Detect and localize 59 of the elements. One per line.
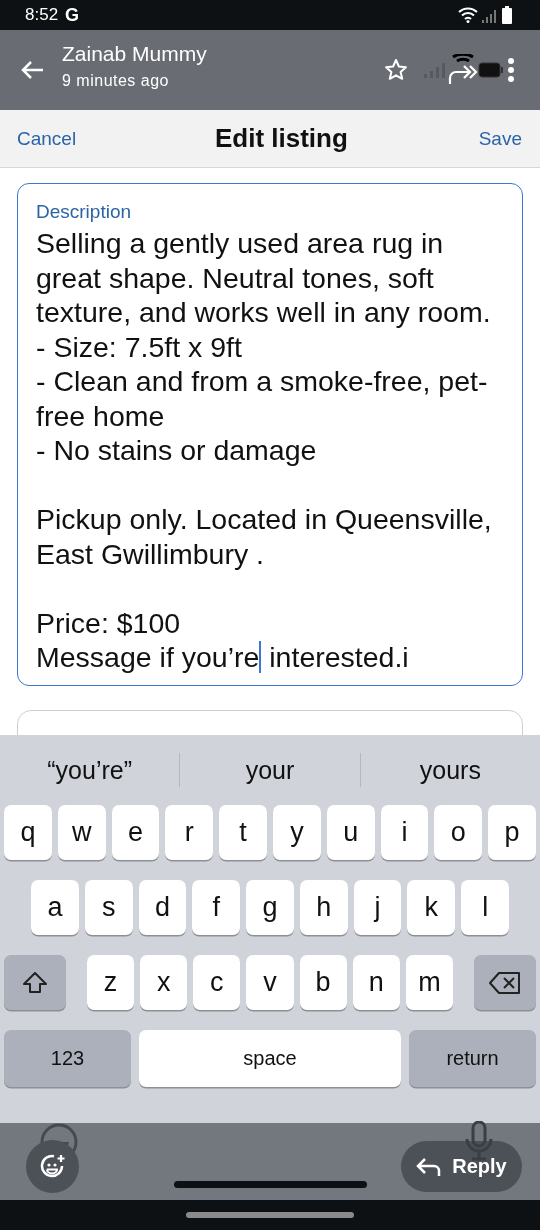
key[interactable]: d bbox=[138, 880, 187, 935]
key[interactable]: x bbox=[140, 955, 188, 1010]
numbers-key[interactable]: 123 bbox=[4, 1030, 131, 1087]
key[interactable]: e bbox=[111, 805, 160, 860]
key[interactable]: h bbox=[299, 880, 348, 935]
space-key[interactable]: space bbox=[139, 1030, 401, 1087]
sender-name: Zainab Mummy bbox=[62, 42, 208, 66]
reply-arrow-icon bbox=[416, 1156, 443, 1177]
battery-icon bbox=[502, 6, 512, 24]
key[interactable]: t bbox=[219, 805, 267, 860]
suggestion-item[interactable]: “you’re” bbox=[0, 754, 180, 786]
star-icon[interactable] bbox=[384, 58, 408, 82]
key[interactable]: m bbox=[405, 955, 453, 1010]
description-field[interactable] bbox=[17, 183, 523, 686]
back-arrow-icon[interactable] bbox=[20, 60, 44, 80]
navigation-handle[interactable] bbox=[186, 1212, 354, 1218]
key[interactable]: f bbox=[192, 880, 241, 935]
forward-icon[interactable] bbox=[448, 54, 478, 86]
shift-icon bbox=[22, 970, 48, 995]
delete-key[interactable] bbox=[474, 955, 536, 1010]
signal-icon bbox=[482, 7, 498, 23]
shift-key[interactable] bbox=[4, 955, 66, 1010]
key[interactable]: i bbox=[380, 805, 429, 860]
more-options-icon[interactable] bbox=[508, 58, 514, 82]
status-time: 8:52 bbox=[25, 5, 59, 25]
cancel-button[interactable]: Cancel bbox=[17, 127, 77, 150]
key[interactable]: q bbox=[4, 805, 52, 860]
backspace-icon bbox=[489, 971, 521, 994]
battery-icon bbox=[478, 62, 504, 78]
save-button[interactable]: Save bbox=[478, 127, 522, 150]
key[interactable]: b bbox=[299, 955, 347, 1010]
key[interactable]: a bbox=[31, 880, 79, 935]
message-time: 9 minutes ago bbox=[62, 72, 170, 90]
key[interactable]: z bbox=[87, 955, 135, 1010]
key[interactable]: j bbox=[353, 880, 402, 935]
add-reaction-button[interactable] bbox=[26, 1140, 79, 1193]
return-key[interactable]: return bbox=[409, 1030, 536, 1087]
suggestion-item[interactable]: your bbox=[180, 754, 360, 786]
key[interactable]: v bbox=[246, 955, 294, 1010]
key[interactable]: c bbox=[193, 955, 241, 1010]
reply-button[interactable]: Reply bbox=[401, 1141, 522, 1192]
description-text: Selling a gently used area rug in great shape. Neutral tones, soft texture, and works well in any room. - Size: 7.5ft x 9ft - Clean and from a smoke-free, pet-free home - No stains or damage Pickup only. Located in Queensville, East Gwillimbury . Price: $100 Message if you’re interested.i bbox=[36, 226, 493, 675]
field-label: Description bbox=[36, 200, 133, 224]
add-emoji-icon bbox=[39, 1153, 66, 1180]
key[interactable]: o bbox=[434, 805, 483, 860]
key[interactable]: l bbox=[461, 880, 510, 935]
key[interactable]: w bbox=[57, 805, 106, 860]
key[interactable]: g bbox=[246, 880, 294, 935]
key[interactable]: y bbox=[273, 805, 321, 860]
key[interactable]: r bbox=[165, 805, 214, 860]
wifi-icon bbox=[458, 7, 478, 23]
suggestion-item[interactable]: yours bbox=[360, 754, 540, 786]
key[interactable]: s bbox=[84, 880, 133, 935]
key[interactable]: p bbox=[488, 805, 536, 860]
app-letter: G bbox=[65, 4, 80, 26]
key[interactable]: k bbox=[407, 880, 456, 935]
key[interactable]: n bbox=[352, 955, 400, 1010]
key[interactable]: u bbox=[326, 805, 375, 860]
page-title: Edit listing bbox=[214, 123, 348, 154]
